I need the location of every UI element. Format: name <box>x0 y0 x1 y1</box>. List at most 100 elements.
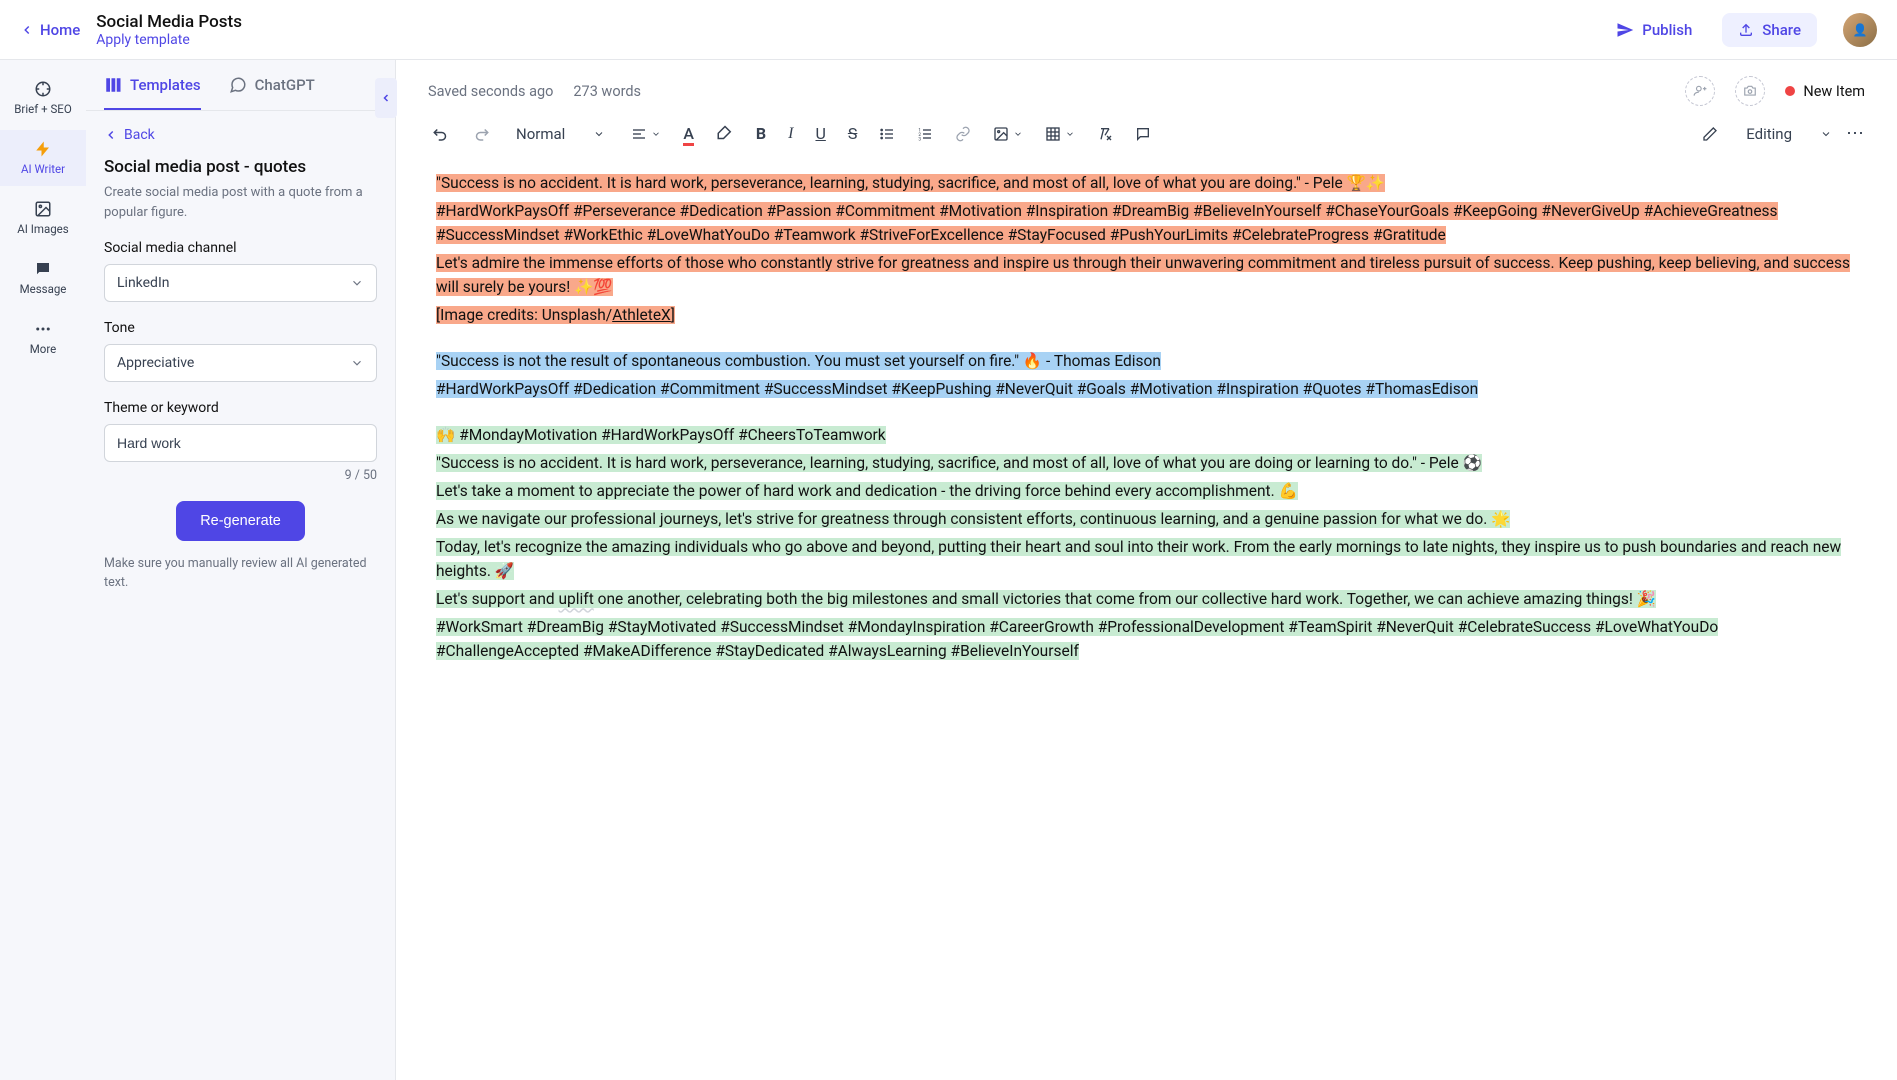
highlighter-icon <box>716 125 734 143</box>
underline-icon: U <box>815 124 825 143</box>
tab-label: Templates <box>130 76 201 94</box>
content-block-3: 🙌 #MondayMotivation #HardWorkPaysOff #Ch… <box>436 423 1857 663</box>
channel-select[interactable]: LinkedIn <box>104 264 377 302</box>
tone-label: Tone <box>104 320 377 336</box>
italic-icon: I <box>788 125 793 143</box>
text: #WorkSmart #DreamBig #StayMotivated #Suc… <box>436 618 1718 660</box>
rail-label: AI Images <box>17 222 68 236</box>
share-label: Share <box>1762 21 1801 39</box>
home-button[interactable]: Home <box>20 21 80 39</box>
upload-icon <box>1738 22 1754 38</box>
user-avatar[interactable]: 👤 <box>1843 13 1877 47</box>
sidebar-panel: Templates ChatGPT Back Social media post… <box>86 60 396 1080</box>
tab-templates[interactable]: Templates <box>104 60 201 110</box>
left-rail: Brief + SEO AI Writer AI Images Message … <box>0 60 86 1080</box>
chevron-down-icon <box>1013 129 1023 139</box>
rail-label: Message <box>20 282 67 296</box>
editor-content[interactable]: "Success is no accident. It is hard work… <box>396 165 1897 1080</box>
chevron-down-icon <box>350 276 364 290</box>
publish-button[interactable]: Publish <box>1602 13 1706 47</box>
chevron-down-icon <box>593 128 605 140</box>
keyword-input[interactable] <box>104 424 377 462</box>
list-bullet-icon <box>879 126 895 142</box>
chevron-left-icon <box>380 92 392 104</box>
strikethrough-icon: S <box>848 124 858 143</box>
apply-template-link[interactable]: Apply template <box>96 32 242 48</box>
text: Let's support and <box>436 590 559 608</box>
text-style-select[interactable]: Normal <box>508 121 613 147</box>
comment-button[interactable] <box>1131 122 1155 146</box>
numbered-list-button[interactable]: 123 <box>913 122 937 146</box>
target-icon <box>34 80 52 98</box>
clear-format-icon <box>1097 126 1113 142</box>
highlight-button[interactable] <box>712 121 738 147</box>
add-assignee-button[interactable] <box>1685 76 1715 106</box>
word-count: 273 words <box>573 83 641 100</box>
rail-label: More <box>30 342 57 356</box>
svg-text:3: 3 <box>919 136 922 141</box>
comment-icon <box>1135 126 1151 142</box>
strikethrough-button[interactable]: S <box>844 120 862 147</box>
title-block: Social Media Posts Apply template <box>96 12 242 48</box>
ai-disclaimer: Make sure you manually review all AI gen… <box>104 555 377 593</box>
editing-mode-select[interactable]: Editing <box>1702 125 1832 143</box>
text: "Success is not the result of spontaneou… <box>436 352 1161 370</box>
document-title: Social Media Posts <box>96 12 242 32</box>
redo-button[interactable] <box>468 121 494 147</box>
toolbar-more-button[interactable]: ⋯ <box>1846 123 1865 144</box>
add-image-button[interactable] <box>1735 76 1765 106</box>
user-plus-icon <box>1693 84 1707 98</box>
rail-message[interactable]: Message <box>0 250 86 306</box>
chevron-left-icon <box>104 128 118 142</box>
back-link[interactable]: Back <box>104 127 377 143</box>
template-description: Create social media post with a quote fr… <box>104 183 377 222</box>
image-icon <box>34 200 52 218</box>
editor-header: Saved seconds ago 273 words New Item <box>396 60 1897 106</box>
template-title: Social media post - quotes <box>104 157 377 177</box>
table-button[interactable] <box>1041 122 1079 146</box>
redo-icon <box>472 125 490 143</box>
text: As we navigate our professional journeys… <box>436 510 1510 528</box>
item-status[interactable]: New Item <box>1785 83 1865 100</box>
chevron-down-icon <box>1820 128 1832 140</box>
home-label: Home <box>40 21 80 39</box>
list-numbered-icon: 123 <box>917 126 933 142</box>
chat-bubble-icon <box>229 76 247 94</box>
rail-ai-writer[interactable]: AI Writer <box>0 130 86 186</box>
back-label: Back <box>124 127 155 143</box>
content-block-2: "Success is not the result of spontaneou… <box>436 349 1857 401</box>
regenerate-button[interactable]: Re-generate <box>176 501 305 541</box>
panel-tabs: Templates ChatGPT <box>86 60 395 111</box>
align-left-icon <box>631 126 647 142</box>
text: [Image credits: Unsplash/ <box>436 306 612 324</box>
clear-format-button[interactable] <box>1093 122 1117 146</box>
text: uplift <box>559 590 594 608</box>
align-button[interactable] <box>627 122 665 146</box>
tab-chatgpt[interactable]: ChatGPT <box>229 60 315 110</box>
underline-button[interactable]: U <box>811 120 829 147</box>
text-color-icon: A <box>683 124 694 143</box>
bullet-list-button[interactable] <box>875 122 899 146</box>
text-color-button[interactable]: A <box>679 120 698 147</box>
tone-select[interactable]: Appreciative <box>104 344 377 382</box>
rail-ai-images[interactable]: AI Images <box>0 190 86 246</box>
rail-more[interactable]: More <box>0 310 86 366</box>
rail-brief-seo[interactable]: Brief + SEO <box>0 70 86 126</box>
status-label: New Item <box>1803 83 1865 100</box>
mode-value: Editing <box>1746 125 1792 143</box>
collapse-panel-button[interactable] <box>375 78 397 118</box>
chevron-down-icon <box>350 356 364 370</box>
share-button[interactable]: Share <box>1722 13 1817 47</box>
link-icon <box>955 126 971 142</box>
bolt-icon <box>34 140 52 158</box>
image-button[interactable] <box>989 122 1027 146</box>
style-value: Normal <box>516 125 565 143</box>
image-icon <box>993 126 1009 142</box>
content-block-1: "Success is no accident. It is hard work… <box>436 171 1857 327</box>
table-icon <box>1045 126 1061 142</box>
link-text: AthleteX <box>612 306 671 324</box>
link-button[interactable] <box>951 122 975 146</box>
italic-button[interactable]: I <box>784 121 797 147</box>
undo-button[interactable] <box>428 121 454 147</box>
bold-button[interactable]: B <box>752 120 770 147</box>
